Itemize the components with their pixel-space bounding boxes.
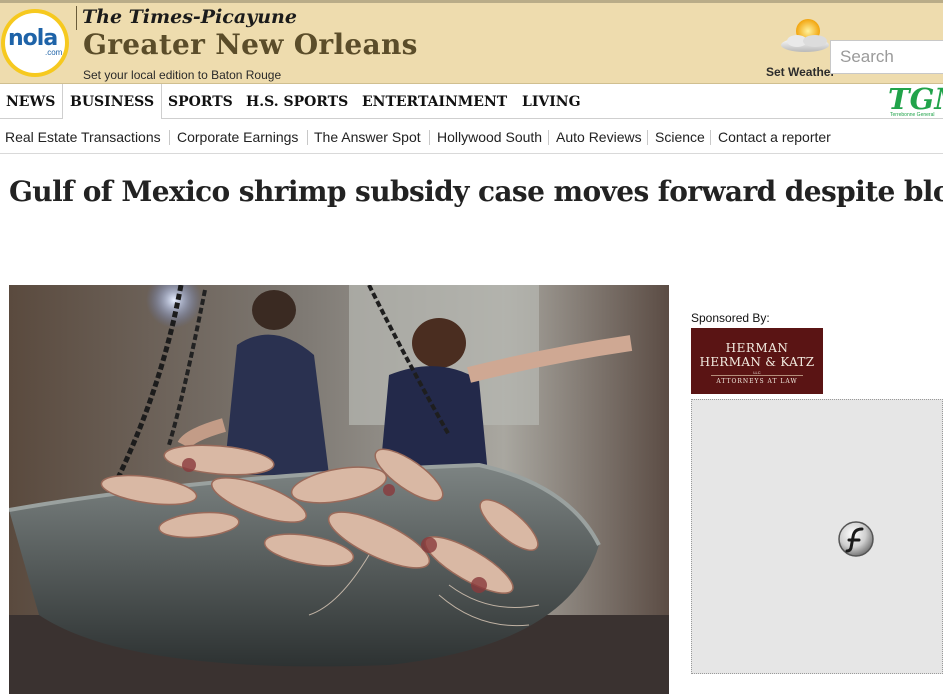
logo-suffix: .com — [45, 48, 63, 57]
subnav-separator — [429, 130, 430, 145]
weather-label[interactable]: Set Weather — [766, 65, 835, 79]
subnav-separator — [307, 130, 308, 145]
edition-link[interactable]: Set your local edition to Baton Rouge — [83, 68, 281, 82]
subnav-science[interactable]: Science — [655, 119, 705, 153]
nav-item-business[interactable]: BUSINESS — [62, 84, 163, 120]
subnav-separator — [710, 130, 711, 145]
nav-item-entertainment[interactable]: ENTERTAINMENT — [362, 84, 507, 118]
subnav-separator — [169, 130, 170, 145]
logo-divider — [76, 6, 77, 30]
promo-logo[interactable]: TGM Terrebonne General — [888, 84, 943, 118]
sponsor-name-line2: HERMAN & KATZ — [699, 355, 815, 369]
nav-item-news[interactable]: NEWS — [6, 84, 55, 118]
subnav-real-estate[interactable]: Real Estate Transactions — [5, 119, 161, 153]
subnav-hollywood-south[interactable]: Hollywood South — [437, 119, 542, 153]
search-input[interactable] — [830, 40, 943, 74]
subnav-contact-reporter[interactable]: Contact a reporter — [718, 119, 831, 153]
subnav-separator — [548, 130, 549, 145]
sponsor-logo[interactable]: HERMAN HERMAN & KATZ LLC ATTORNEYS AT LA… — [691, 328, 823, 394]
article-photo[interactable] — [9, 285, 669, 694]
subnav-answer-spot[interactable]: The Answer Spot — [314, 119, 421, 153]
partly-cloudy-icon[interactable] — [775, 17, 837, 57]
sponsor-label: Sponsored By: — [691, 311, 770, 325]
article-headline: Gulf of Mexico shrimp subsidy case moves… — [9, 175, 943, 208]
nav-item-hs-sports[interactable]: H.S. SPORTS — [246, 84, 348, 118]
flash-plugin-icon[interactable] — [837, 520, 875, 558]
flash-ad-placeholder[interactable] — [691, 399, 943, 674]
paper-name[interactable]: The Times-Picayune — [82, 6, 297, 28]
subnav-corporate-earnings[interactable]: Corporate Earnings — [177, 119, 298, 153]
main-nav: NEWS BUSINESS SPORTS H.S. SPORTS ENTERTA… — [0, 84, 943, 120]
sponsor-name-line1: HERMAN — [725, 341, 789, 355]
nav-item-living[interactable]: LIVING — [522, 84, 581, 118]
site-header: nola .com The Times-Picayune Greater New… — [0, 0, 943, 84]
sponsor-tagline: ATTORNEYS AT LAW — [716, 378, 798, 385]
nola-logo[interactable]: nola .com — [1, 9, 69, 77]
edition-title: Greater New Orleans — [83, 28, 418, 61]
sponsor-rule — [711, 375, 803, 376]
subnav-separator — [647, 130, 648, 145]
sub-nav: Real Estate Transactions Corporate Earni… — [0, 119, 943, 154]
subnav-auto-reviews[interactable]: Auto Reviews — [556, 119, 642, 153]
promo-subtext: Terrebonne General — [890, 112, 935, 118]
nav-item-sports[interactable]: SPORTS — [168, 84, 233, 118]
